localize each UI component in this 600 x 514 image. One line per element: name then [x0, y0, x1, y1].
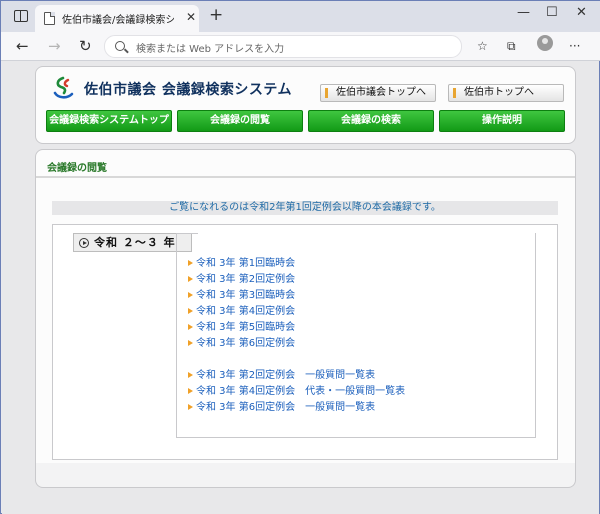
list-item[interactable]: 令和 3年 第2回定例会 [188, 270, 295, 285]
link-marker-icon [325, 88, 328, 98]
browser-window: 佐伯市議会/会議録検索システム ✕ + — ☐ ✕ ← → ↻ 検索または We… [0, 0, 600, 514]
list-item[interactable]: 令和 3年 第4回定例会 [188, 302, 295, 317]
section-title: 会議録の閲覧 [47, 163, 107, 174]
play-circle-icon [79, 238, 89, 248]
nav-tab-browse[interactable]: 会議録の閲覧 [177, 110, 303, 132]
browse-panel: 会議録の閲覧 ご覧になれるのは令和2年第1回定例会以降の本会議録です。 令和 ２… [35, 149, 576, 485]
tab-bar: 佐伯市議会/会議録検索システム ✕ + — ☐ ✕ [1, 1, 600, 32]
link-marker-icon [453, 88, 456, 98]
city-council-top-link[interactable]: 佐伯市議会トップへ [320, 84, 436, 102]
arrow-right-icon [188, 260, 193, 266]
page-footer [35, 463, 576, 488]
collections-icon[interactable]: ⧉ [507, 39, 516, 54]
browser-toolbar: ← → ↻ 検索または Web アドレスを入力 ☆ ⧉ ··· [1, 32, 600, 61]
main-nav: 会議録検索システムトップ 会議録の閲覧 会議録の検索 操作説明 [46, 110, 567, 132]
city-top-link[interactable]: 佐伯市トップへ [448, 84, 564, 102]
favorite-star-icon[interactable]: ☆ [477, 39, 488, 53]
nav-tab-search-top[interactable]: 会議録検索システムトップ [46, 110, 172, 132]
site-title: 佐伯市議会 会議録検索システム [84, 82, 292, 98]
nav-tab-search[interactable]: 会議録の検索 [308, 110, 434, 132]
back-icon[interactable]: ← [16, 36, 29, 56]
window-menu-icon[interactable] [14, 10, 28, 22]
list-item[interactable]: 令和 3年 第6回定例会 [188, 334, 295, 349]
new-tab-icon[interactable]: + [209, 5, 223, 25]
more-menu-icon[interactable]: ··· [569, 39, 580, 53]
maximize-icon[interactable]: ☐ [546, 5, 558, 20]
list-item[interactable]: 令和 3年 第2回定例会 一般質問一覧表 [188, 366, 375, 381]
minimize-icon[interactable]: — [517, 5, 530, 20]
forward-icon[interactable]: → [48, 36, 61, 56]
window-close-icon[interactable]: ✕ [576, 5, 587, 20]
availability-notice: ご覧になれるのは令和2年第1回定例会以降の本会議録です。 [52, 201, 558, 215]
arrow-right-icon [188, 388, 193, 394]
site-header: 佐伯市議会 会議録検索システム 佐伯市議会トップへ 佐伯市トップへ 会議録検索シ… [35, 66, 576, 144]
page-viewport: 佐伯市議会 会議録検索システム 佐伯市議会トップへ 佐伯市トップへ 会議録検索シ… [2, 61, 599, 514]
session-list: 令和 ２～３ 年 令和 3年 第1回臨時会 令和 3年 第2回定例会 令和 3年… [52, 224, 558, 460]
profile-avatar-icon[interactable] [537, 35, 553, 51]
arrow-right-icon [188, 404, 193, 410]
arrow-right-icon [188, 308, 193, 314]
address-placeholder: 検索または Web アドレスを入力 [136, 44, 285, 55]
nav-tab-help[interactable]: 操作説明 [439, 110, 565, 132]
list-item[interactable]: 令和 3年 第1回臨時会 [188, 254, 295, 269]
session-entries: 令和 3年 第1回臨時会 令和 3年 第2回定例会 令和 3年 第3回臨時会 令… [176, 233, 536, 438]
year-group-label: 令和 ２～３ 年 [73, 233, 192, 252]
arrow-right-icon [188, 276, 193, 282]
list-item[interactable]: 令和 3年 第5回臨時会 [188, 318, 295, 333]
address-bar[interactable]: 検索または Web アドレスを入力 [104, 35, 462, 58]
page-favicon-icon [44, 12, 55, 25]
tab-close-icon[interactable]: ✕ [186, 10, 196, 24]
search-icon [115, 41, 125, 51]
browser-tab[interactable]: 佐伯市議会/会議録検索システム ✕ [35, 5, 199, 32]
section-divider [36, 176, 575, 178]
tab-title: 佐伯市議会/会議録検索システム [62, 15, 174, 26]
arrow-right-icon [188, 372, 193, 378]
refresh-icon[interactable]: ↻ [79, 36, 92, 56]
arrow-right-icon [188, 292, 193, 298]
list-item[interactable]: 令和 3年 第6回定例会 一般質問一覧表 [188, 398, 375, 413]
arrow-right-icon [188, 340, 193, 346]
arrow-right-icon [188, 324, 193, 330]
list-item[interactable]: 令和 3年 第4回定例会 代表・一般質問一覧表 [188, 382, 405, 397]
list-item[interactable]: 令和 3年 第3回臨時会 [188, 286, 295, 301]
city-logo-icon [53, 76, 74, 99]
